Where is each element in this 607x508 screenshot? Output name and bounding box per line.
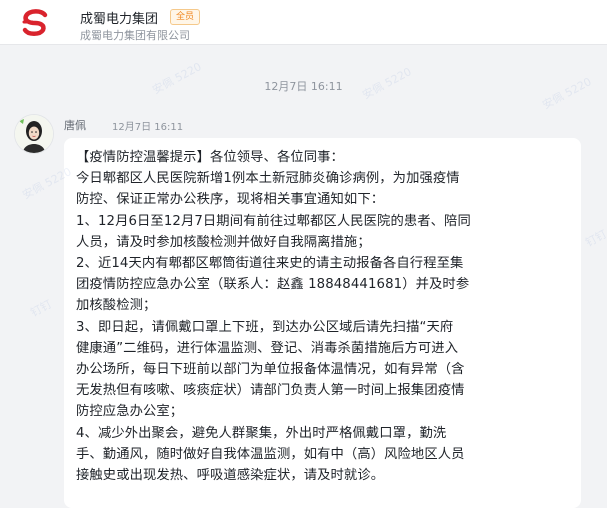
org-name[interactable]: 成蜀电力集团 [80,8,158,27]
message-line: 接触史或出现发热、呼吸道感染症状，请及时就诊。 [76,468,385,484]
message-line: 防控、保证正常办公秩序，现将相关事宜通知如下： [76,192,385,208]
message-line: 1、12月6日至12月7日期间有前往过郫都区人民医院的患者、陪同 [76,213,471,229]
message-line: 3、即日起，请佩戴口罩上下班，到达办公区域后请先扫描“天府 [76,319,454,335]
watermark: 钉钉 [583,227,607,250]
avatar-image-icon [15,115,53,153]
message-line: 手、勤通风，随时做好自我体温监测，如有中（高）风险地区人员 [76,446,465,462]
message-line: 健康通”二维码，进行体温监测、登记、消毒杀菌措施后方可进入 [76,340,459,356]
message-line: 人员，请及时参加核酸检测并做好自我隔离措施； [76,234,371,250]
message-line: 团疫情防控应急办公室（联系人：赵鑫 18848441681）并及时参 [76,277,470,293]
sender-avatar[interactable] [15,115,53,153]
org-subtitle: 成蜀电力集团有限公司 [80,29,190,42]
message-line: 【疫情防控温馨提示】各位领导、各位同事： [76,150,344,165]
company-logo-icon[interactable] [18,5,52,39]
message-bubble[interactable]: 【疫情防控温馨提示】各位领导、各位同事： 今日郫都区人民医院新增1例本土新冠肺炎… [64,138,581,508]
message-line: 办公场所，每日下班前以部门为单位报备体温情况，如有异常（含 [76,362,465,378]
date-separator: 12月7日 16:11 [264,80,343,93]
message-line: 防控应急办公室； [76,404,184,420]
watermark: 钉钉 [28,297,54,320]
message-time: 12月7日 16:11 [112,122,184,133]
message-line: 无发热但有咳嗽、咳痰症状）请部门负责人第一时间上报集团疫情 [76,383,465,399]
message-line: 2、近14天内有郫都区郫筒街道往来史的请主动报备各自行程至集 [76,256,464,272]
message-line: 4、减少外出聚会，避免人群聚集，外出时严格佩戴口罩，勤洗 [76,425,447,441]
all-members-badge: 全员 [170,9,201,25]
message-line: 今日郫都区人民医院新增1例本土新冠肺炎确诊病例，为加强疫情 [76,171,460,187]
message-line: 加核酸检测； [76,298,157,314]
sender-name[interactable]: 唐佩 [64,117,86,133]
chat-header: 成蜀电力集团 全员 成蜀电力集团有限公司 [0,0,607,45]
